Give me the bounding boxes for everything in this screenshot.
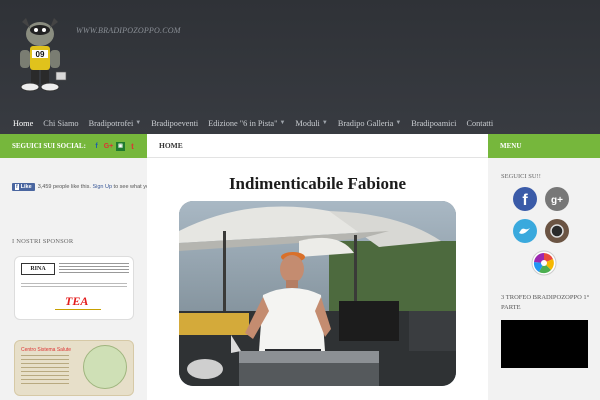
chevron-down-icon: ▼: [135, 120, 142, 126]
breadcrumb: HOME: [147, 134, 488, 158]
instagram-icon[interactable]: [544, 218, 570, 244]
twitter-icon[interactable]: t: [128, 142, 137, 151]
sloth-logo-icon[interactable]: 09: [12, 14, 68, 96]
nav-item-chi-siamo[interactable]: Chi Siamo: [38, 119, 83, 128]
facebook-like-widget: f Like 3,459 people like this. Sign Up t…: [12, 183, 152, 191]
trofeo-title: 3 TROFEO BRADIPOZOPPO 1° PARTE: [501, 294, 590, 311]
follow-title: SEGUICI SU!!: [501, 173, 541, 180]
nav-item-bradipotrofei[interactable]: Bradipotrofei ▼: [84, 119, 147, 128]
sponsor-banner-centro-salute[interactable]: Centro Sistema Salute: [14, 340, 134, 396]
twitter-icon[interactable]: [512, 218, 538, 244]
breadcrumb-home[interactable]: HOME: [159, 141, 183, 150]
main-content: HOME Indimenticabile Fabione: [147, 134, 488, 400]
facebook-icon: f: [15, 184, 19, 190]
right-sidebar: MENU SEGUICI SU!! f g+ 3 TROFEO BRADIPOZ…: [488, 134, 600, 400]
nav-item-contatti[interactable]: Contatti: [461, 119, 498, 128]
sponsor2-logo-icon: [83, 345, 127, 389]
tea-subtitle-lines: [55, 309, 101, 313]
facebook-icon[interactable]: f: [512, 186, 538, 212]
rina-logo: RINA: [21, 263, 55, 275]
post-title: Indimenticabile Fabione: [228, 174, 407, 193]
square-icon[interactable]: ▣: [116, 141, 125, 151]
main-nav: Home Chi Siamo Bradipotrofei ▼ Bradipoeve…: [0, 112, 600, 134]
sponsor-title: I NOSTRI SPONSOR: [12, 238, 74, 245]
site-header: 09 WWW.BRADIPOZOPPO.COM Home Chi Siamo B…: [0, 0, 600, 134]
tea-logo: TEA: [65, 294, 89, 308]
picasa-icon[interactable]: [531, 250, 557, 276]
sponsor2-title: Centro Sistema Salute: [21, 347, 72, 353]
sponsor-banner-tea[interactable]: RINA TEA: [14, 256, 134, 320]
post-photo[interactable]: [179, 201, 456, 386]
sponsor2-text-lines: [21, 355, 69, 387]
nav-item-edizione[interactable]: Edizione "6 in Pista" ▼: [203, 119, 290, 128]
menu-title: MENU: [500, 142, 522, 150]
chevron-down-icon: ▼: [321, 120, 328, 126]
facebook-icon[interactable]: f: [92, 142, 101, 151]
chevron-down-icon: ▼: [279, 120, 286, 126]
sponsor-address-lines: [59, 263, 129, 275]
chevron-down-icon: ▼: [395, 120, 402, 126]
social-title: SEGUICI SUI SOCIAL:: [12, 142, 86, 150]
svg-text:g+: g+: [551, 195, 563, 206]
video-player[interactable]: [501, 320, 588, 368]
left-sidebar: SEGUICI SUI SOCIAL: f G+ ▣ t f Like 3,45…: [0, 134, 152, 400]
social-mini-icons: f G+ ▣ t: [92, 141, 137, 151]
fb-signup-link[interactable]: Sign Up: [92, 184, 112, 190]
fb-like-button[interactable]: f Like: [12, 183, 35, 191]
sponsor-cert-lines: [21, 283, 127, 288]
svg-text:f: f: [522, 192, 528, 209]
google-plus-icon[interactable]: g+: [544, 186, 570, 212]
nav-item-bradipo-galleria[interactable]: Bradipo Galleria ▼: [333, 119, 406, 128]
google-plus-icon[interactable]: G+: [104, 142, 114, 151]
nav-item-bradipoeventi[interactable]: Bradipoeventi: [146, 119, 203, 128]
social-icon-grid: f g+: [512, 186, 576, 276]
nav-item-home[interactable]: Home: [8, 119, 38, 128]
social-bar: SEGUICI SUI SOCIAL: f G+ ▣ t: [0, 134, 147, 158]
photo-illustration: [179, 201, 456, 386]
svg-text:09: 09: [36, 50, 45, 59]
menu-bar: MENU: [488, 134, 600, 158]
fb-like-text: 3,459 people like this. Sign Up to see w…: [37, 184, 153, 190]
nav-item-bradipoamici[interactable]: Bradipoamici: [406, 119, 461, 128]
site-url[interactable]: WWW.BRADIPOZOPPO.COM: [76, 26, 181, 35]
nav-item-moduli[interactable]: Moduli ▼: [290, 119, 332, 128]
